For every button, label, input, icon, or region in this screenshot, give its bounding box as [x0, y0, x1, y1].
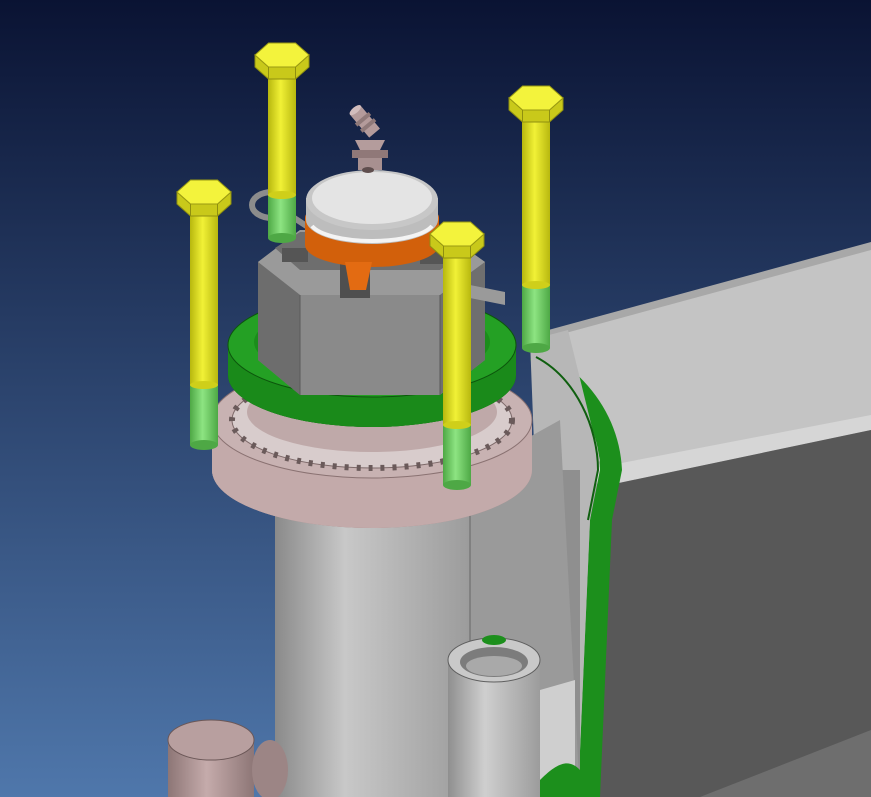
housing-arm — [530, 242, 871, 797]
end-cap — [306, 170, 438, 244]
cad-viewport[interactable] — [0, 0, 871, 797]
cad-model-render[interactable] — [0, 0, 871, 797]
